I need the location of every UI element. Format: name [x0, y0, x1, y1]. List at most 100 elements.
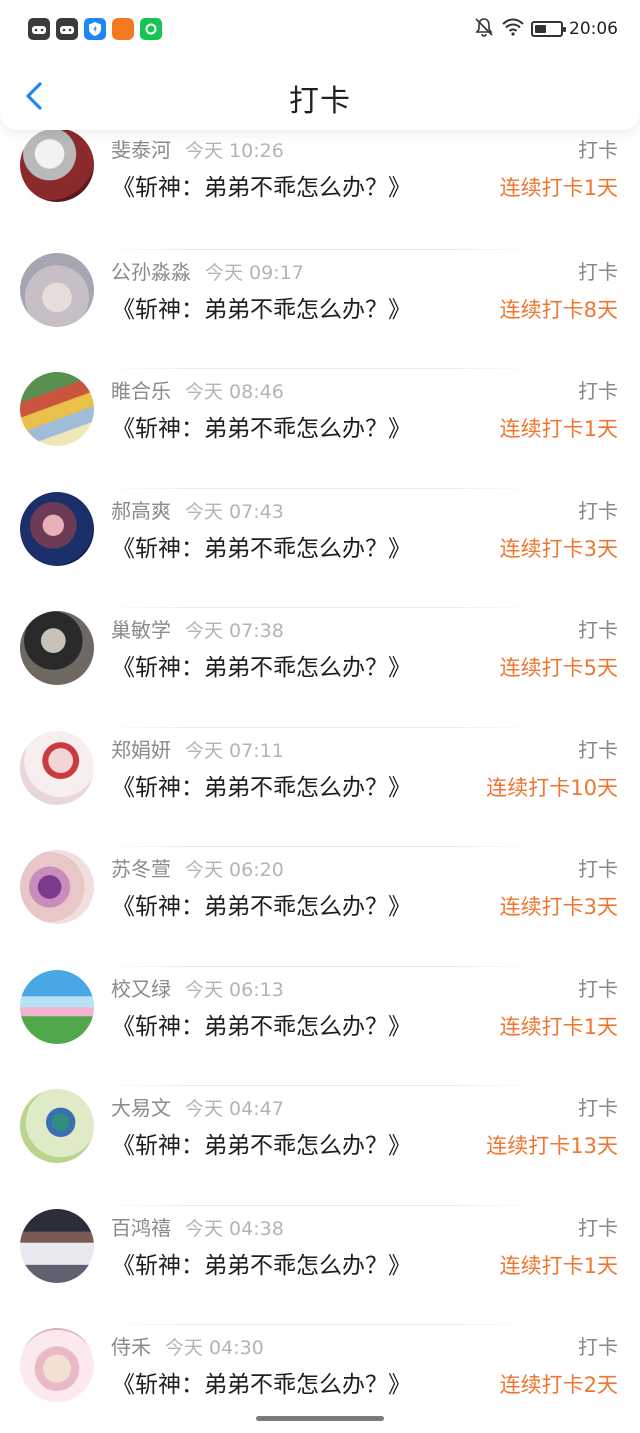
book-title[interactable]: 《斩神：弟弟不乖怎么办？》 [112, 1246, 411, 1280]
timestamp: 今天 04:38 [185, 1217, 284, 1240]
checkin-label: 打卡 [578, 1335, 618, 1359]
game-controller-icon [28, 18, 50, 40]
streak-label: 连续打卡13天 [486, 1134, 618, 1158]
notifications-off-icon [473, 16, 495, 43]
wifi-icon [501, 17, 525, 42]
checkin-label: 打卡 [578, 1215, 618, 1240]
timestamp: 今天 10:26 [185, 140, 284, 162]
screen: 20:06 打卡 斐泰河 今天 10:26 《斩神：弟弟不乖怎么办？》 打卡 连续打卡1… [0, 0, 640, 1433]
list-item[interactable]: 郑娟妍 今天 07:11 《斩神：弟弟不乖怎么办？》 打卡连续打卡10天 [0, 728, 640, 847]
avatar[interactable] [20, 850, 94, 924]
checkin-label: 打卡 [578, 138, 618, 162]
checkin-label: 打卡 [578, 1096, 618, 1120]
checkin-label: 打卡 [578, 737, 618, 762]
avatar[interactable] [20, 1089, 94, 1163]
avatar[interactable] [20, 491, 94, 566]
book-title[interactable]: 《斩神：弟弟不乖怎么办？》 [112, 409, 411, 443]
user-name-text: 巢敏学 [111, 618, 171, 642]
avatar[interactable] [20, 372, 94, 446]
list-item[interactable]: 郝高爽 今天 07:43 《斩神：弟弟不乖怎么办？》 打卡连续打卡3天 [0, 489, 640, 608]
user-name-text: 侍禾 [111, 1335, 151, 1359]
user-name[interactable]: 公孙淼淼 今天 09:17 [111, 256, 304, 285]
checkin-label: 打卡 [578, 259, 618, 284]
user-name[interactable]: 郑娟妍 今天 07:11 [111, 734, 284, 763]
nav-header: 打卡 [0, 58, 640, 130]
streak-label: 连续打卡3天 [499, 536, 618, 561]
user-name[interactable]: 郝高爽 今天 07:43 [111, 495, 284, 524]
list-item[interactable]: 巢敏学 今天 07:38 《斩神：弟弟不乖怎么办？》 打卡连续打卡5天 [0, 608, 640, 728]
user-name-text: 校又绿 [111, 976, 171, 1001]
book-title[interactable]: 《斩神：弟弟不乖怎么办？》 [112, 887, 411, 921]
list-item[interactable]: 苏冬萱 今天 06:20 《斩神：弟弟不乖怎么办？》 打卡连续打卡3天 [0, 847, 640, 967]
book-title[interactable]: 《斩神：弟弟不乖怎么办？》 [112, 1126, 411, 1160]
camera-icon [140, 18, 162, 40]
user-name[interactable]: 百鸿禧 今天 04:38 [111, 1212, 284, 1241]
streak-label: 连续打卡10天 [486, 775, 618, 800]
user-name[interactable]: 巢敏学 今天 07:38 [111, 614, 284, 643]
checkin-list[interactable]: 斐泰河 今天 10:26 《斩神：弟弟不乖怎么办？》 打卡 连续打卡1天 公孙淼淼 今天 0… [0, 128, 640, 1433]
timestamp: 今天 06:13 [185, 978, 284, 1001]
timestamp: 今天 04:30 [165, 1337, 264, 1359]
streak-label: 连续打卡8天 [499, 297, 618, 322]
game-controller-icon [56, 18, 78, 40]
streak-label: 连续打卡2天 [499, 1373, 618, 1397]
timestamp: 今天 07:11 [185, 739, 284, 762]
checkin-label: 打卡 [578, 857, 618, 881]
user-name[interactable]: 校又绿 今天 06:13 [111, 973, 284, 1002]
book-title[interactable]: 《斩神：弟弟不乖怎么办？》 [112, 648, 411, 682]
user-name-text: 睢合乐 [111, 379, 171, 403]
list-item[interactable]: 百鸿禧 今天 04:38 《斩神：弟弟不乖怎么办？》 打卡连续打卡1天 [0, 1206, 640, 1325]
user-name[interactable]: 斐泰河 今天 10:26 [111, 134, 284, 163]
list-item[interactable]: 校又绿 今天 06:13 《斩神：弟弟不乖怎么办？》 打卡连续打卡1天 [0, 967, 640, 1086]
page-title: 打卡 [289, 84, 351, 119]
timestamp: 今天 07:38 [185, 620, 284, 642]
checkin-label: 打卡 [578, 976, 618, 1001]
status-bar-right: 20:06 [473, 16, 618, 43]
streak-label: 连续打卡1天 [499, 417, 618, 441]
checkin-label: 打卡 [578, 498, 618, 523]
streak-label: 连续打卡1天 [499, 1253, 618, 1278]
book-title[interactable]: 《斩神：弟弟不乖怎么办？》 [112, 290, 411, 324]
user-name[interactable]: 大易文 今天 04:47 [111, 1092, 284, 1121]
user-name-text: 苏冬萱 [111, 857, 171, 881]
list-item[interactable]: 斐泰河 今天 10:26 《斩神：弟弟不乖怎么办？》 打卡 连续打卡1天 [0, 128, 640, 250]
timestamp: 今天 08:46 [185, 381, 284, 403]
book-title[interactable]: 《斩神：弟弟不乖怎么办？》 [112, 529, 411, 563]
user-name-text: 郝高爽 [111, 498, 171, 523]
shield-icon [84, 18, 106, 40]
avatar[interactable] [20, 252, 94, 327]
user-name-text: 郑娟妍 [111, 737, 171, 762]
avatar[interactable] [20, 611, 94, 685]
status-bar: 20:06 [0, 0, 640, 58]
book-title[interactable]: 《斩神：弟弟不乖怎么办？》 [112, 1365, 411, 1399]
list-item[interactable]: 公孙淼淼 今天 09:17 《斩神：弟弟不乖怎么办？》 打卡连续打卡8天 [0, 250, 640, 369]
status-bar-app-icons [28, 18, 162, 40]
avatar[interactable] [20, 1208, 94, 1283]
orange-app-icon [112, 18, 134, 40]
user-name-text: 百鸿禧 [111, 1215, 171, 1240]
timestamp: 今天 07:43 [185, 500, 284, 523]
book-title[interactable]: 《斩神：弟弟不乖怎么办？》 [112, 168, 411, 202]
streak-label: 连续打卡3天 [499, 895, 618, 919]
checkin-label: 打卡 [578, 618, 618, 642]
book-title[interactable]: 《斩神：弟弟不乖怎么办？》 [112, 768, 411, 802]
timestamp: 今天 06:20 [185, 859, 284, 881]
streak-label: 连续打卡1天 [499, 1014, 618, 1039]
status-time: 20:06 [569, 19, 618, 39]
user-name[interactable]: 苏冬萱 今天 06:20 [111, 853, 284, 882]
book-title[interactable]: 《斩神：弟弟不乖怎么办？》 [112, 1007, 411, 1041]
list-item[interactable]: 大易文 今天 04:47 《斩神：弟弟不乖怎么办？》 打卡连续打卡13天 [0, 1086, 640, 1206]
avatar[interactable] [20, 128, 94, 202]
user-name-text: 公孙淼淼 [111, 259, 191, 284]
avatar[interactable] [20, 969, 94, 1044]
battery-icon [531, 21, 566, 37]
streak-label: 连续打卡5天 [499, 656, 618, 680]
list-item[interactable]: 睢合乐 今天 08:46 《斩神：弟弟不乖怎么办？》 打卡 连续打卡1天 [0, 369, 640, 489]
avatar[interactable] [20, 1328, 94, 1402]
user-name-text: 斐泰河 [111, 138, 171, 162]
timestamp: 今天 04:47 [185, 1098, 284, 1120]
home-indicator[interactable] [256, 1416, 384, 1421]
user-name[interactable]: 侍禾 今天 04:30 [111, 1331, 264, 1360]
user-name[interactable]: 睢合乐 今天 08:46 [111, 375, 284, 404]
avatar[interactable] [20, 730, 94, 805]
